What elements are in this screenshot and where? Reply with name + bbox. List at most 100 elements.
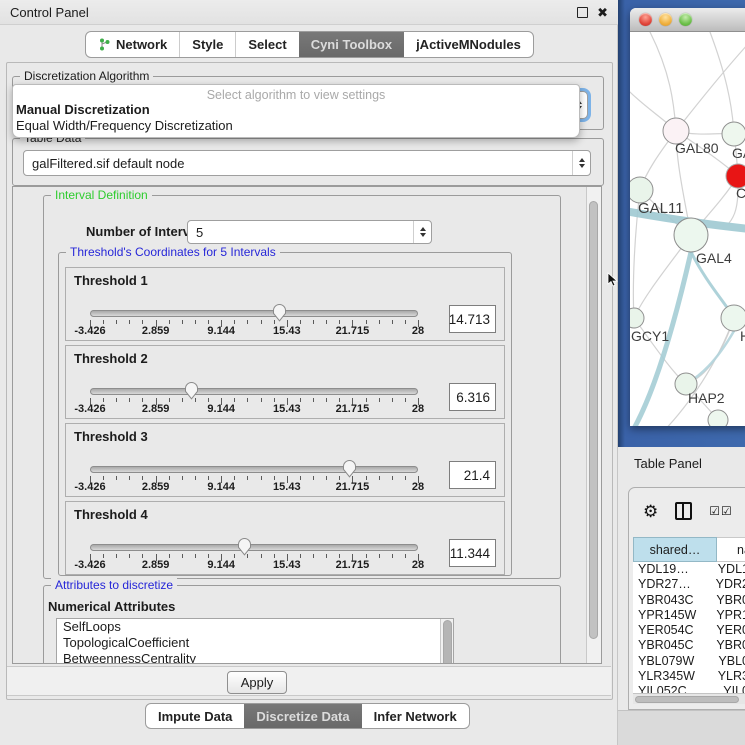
network-graph: GAL80GACGAL11GAL4GCY1HHAP2 [630,32,745,426]
table-row[interactable]: YPR145WYPR1 [633,608,745,623]
slider-thumb[interactable] [237,537,252,556]
attribute-item-topologicalcoefficient[interactable]: TopologicalCoefficient [57,635,453,651]
minor-tick [182,320,183,324]
network-window-titlebar[interactable] [630,8,745,32]
tab-select[interactable]: Select [235,32,298,57]
table-data-combobox[interactable]: galFiltered.sif default node [23,150,591,176]
float-window-icon[interactable] [577,7,588,18]
apply-button[interactable]: Apply [227,671,287,694]
threshold-value-field[interactable]: 11.344 [449,539,496,567]
gear-icon[interactable]: ⚙ [643,503,658,520]
zoom-traffic-light-icon[interactable] [679,13,692,26]
minor-tick [326,320,327,324]
right-bottom-filler [618,710,745,745]
control-panel-tab-strip: NetworkStyleSelectCyni ToolboxjActiveMNo… [85,31,534,58]
table-row[interactable]: YER054CYER0 [633,623,745,638]
slider-thumb[interactable] [342,459,357,478]
thresholds-group-title: Threshold's Coordinates for 5 Intervals [66,245,280,259]
threshold-value-field[interactable]: 21.4 [449,461,496,489]
network-node-bottom-partial[interactable] [708,410,728,426]
minor-tick [326,554,327,558]
algorithm-option-manual-discretization[interactable]: Manual Discretization [16,102,150,117]
combo-spinner-icon[interactable] [413,221,431,243]
minor-tick [195,398,196,402]
minor-tick [234,320,235,324]
close-icon[interactable]: ✖ [597,6,608,19]
network-node-gcy1[interactable] [630,308,644,328]
slider-track[interactable] [90,388,418,395]
scrollbar-thumb[interactable] [635,696,739,703]
table-column-header-name[interactable]: na [717,537,745,562]
tab-network[interactable]: Network [86,32,179,57]
table-row[interactable]: YBR045CYBR0 [633,638,745,653]
minor-tick [103,320,104,324]
tab-discretize-data[interactable]: Discretize Data [244,704,361,728]
threshold-value-field[interactable]: 14.713 [449,305,496,333]
select-columns-icon[interactable]: ☑☑ [709,505,733,517]
minor-tick [339,320,340,324]
attributes-list-scrollbar[interactable] [440,619,453,664]
table-column-header-shared[interactable]: shared… [633,537,717,562]
minor-tick [313,476,314,480]
threshold-value-field[interactable]: 6.316 [449,383,496,411]
close-traffic-light-icon[interactable] [639,13,652,26]
table-panel-title: Table Panel [634,456,702,471]
table-row[interactable]: YIL052CYIL0 [633,684,745,693]
algorithm-option-equal-width-frequency-discretization[interactable]: Equal Width/Frequency Discretization [16,118,233,133]
minor-tick [208,398,209,402]
slider-track[interactable] [90,310,418,317]
table-row[interactable]: YDR27…YDR2 [633,577,745,592]
scrollbar-thumb[interactable] [589,201,598,639]
number-of-intervals-combobox[interactable]: 5 [187,220,432,244]
tick-label: 15.43 [273,325,301,337]
minimize-traffic-light-icon[interactable] [659,13,672,26]
attribute-item-betweennesscentrality[interactable]: BetweennessCentrality [57,651,453,664]
minor-tick [116,320,117,324]
network-canvas[interactable]: GAL80GACGAL11GAL4GCY1HHAP2 [630,32,745,426]
minor-tick [326,398,327,402]
network-node-top-right[interactable] [722,122,745,146]
tab-infer-network[interactable]: Infer Network [362,704,469,728]
minor-tick [405,398,406,402]
table-row[interactable]: YLR345WYLR3 [633,669,745,684]
scrollbar-thumb[interactable] [443,620,452,664]
slider-track[interactable] [90,544,418,551]
minor-tick [116,476,117,480]
tick-label: 9.144 [207,403,235,415]
network-node-label: C [736,185,745,201]
threshold-label: Threshold 3 [74,429,148,444]
minor-tick [103,554,104,558]
table-horizontal-scrollbar[interactable] [633,693,745,704]
cell-name: YBR0 [708,638,745,653]
tab-label: Impute Data [158,709,232,724]
network-node-gal4[interactable] [674,218,708,252]
minor-tick [208,554,209,558]
tick-label: 15.43 [273,403,301,415]
minor-tick [208,476,209,480]
interval-definition-group: Interval Definition Number of Intervals … [43,195,561,579]
table-row[interactable]: YBR043CYBR0 [633,593,745,608]
slider-track[interactable] [90,466,418,473]
network-node-label: GCY1 [631,328,669,344]
attribute-item-selfloops[interactable]: SelfLoops [57,619,453,635]
table-row[interactable]: YBL079WYBL0 [633,654,745,669]
threshold-box-1: Threshold 1-3.4262.8599.14415.4321.71528… [65,267,505,341]
tab-jactivemnodules[interactable]: jActiveMNodules [404,32,533,57]
settings-panel-scrollbar[interactable] [586,187,601,663]
minor-tick [300,476,301,480]
slider-thumb[interactable] [184,381,199,400]
attributes-group: Attributes to discretize Numerical Attri… [43,585,561,664]
tab-impute-data[interactable]: Impute Data [146,704,244,728]
tab-style[interactable]: Style [179,32,235,57]
minor-tick [103,398,104,402]
attributes-group-title: Attributes to discretize [51,578,177,592]
column-layout-icon[interactable] [675,502,692,520]
table-row[interactable]: YDL19…YDL1 [633,562,745,577]
minor-tick [392,476,393,480]
minor-tick [261,320,262,324]
combo-spinner-icon[interactable] [572,151,590,175]
tick-label: 9.144 [207,481,235,493]
minor-tick [261,476,262,480]
tab-cyni-toolbox[interactable]: Cyni Toolbox [299,32,404,57]
numerical-attributes-list[interactable]: SelfLoopsTopologicalCoefficientBetweenne… [56,618,454,664]
